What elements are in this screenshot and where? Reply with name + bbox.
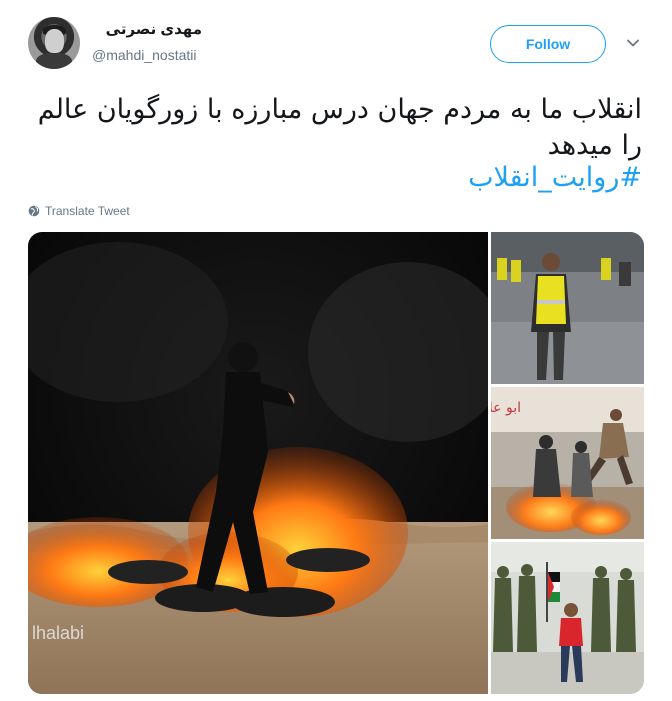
- tweet-text: انقلاب ما به مردم جهان درس مبارزه با زور…: [37, 94, 642, 161]
- photo-boy-with-flag[interactable]: [491, 542, 644, 694]
- display-name[interactable]: مهدی نصرتی: [92, 20, 202, 38]
- photo-burning-tires[interactable]: lhalabi: [28, 232, 488, 694]
- globe-icon: [28, 205, 40, 217]
- translate-tweet-link[interactable]: Translate Tweet: [28, 204, 130, 218]
- photo-watermark: lhalabi: [32, 623, 84, 643]
- user-handle[interactable]: @mahdi_nostatii: [92, 47, 197, 63]
- photo-yellow-vest[interactable]: [491, 232, 644, 384]
- hashtag-link[interactable]: #روایت_انقلاب: [28, 160, 642, 196]
- follow-button[interactable]: Follow: [490, 25, 606, 63]
- translate-label: Translate Tweet: [45, 204, 130, 218]
- user-avatar[interactable]: [28, 17, 80, 69]
- avatar-face: [45, 29, 64, 53]
- media-grid: lhalabi ابو ع: [28, 232, 644, 694]
- svg-text:ابو علا: ابو علا: [491, 400, 521, 416]
- chevron-down-icon[interactable]: [626, 36, 640, 50]
- avatar-body: [36, 53, 72, 69]
- photo-protest-fire[interactable]: ابو علا: [491, 387, 644, 539]
